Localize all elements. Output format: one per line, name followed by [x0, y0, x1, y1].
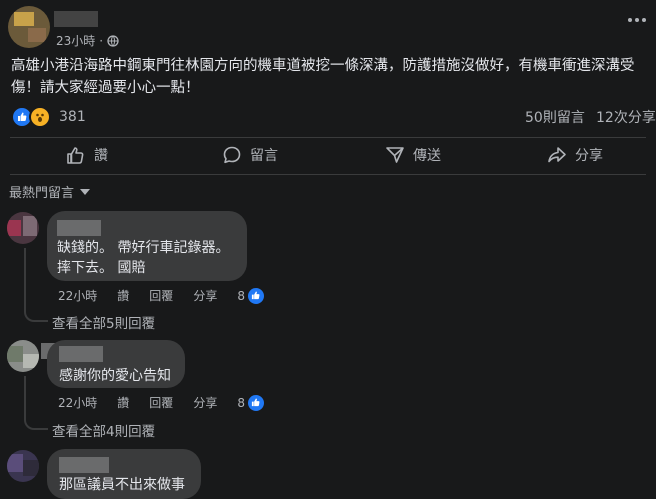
thread-line [24, 248, 48, 322]
comment-text-line-2: 摔下去。 國賠 [57, 260, 146, 276]
like-button[interactable]: 讚 [66, 145, 108, 165]
thumbs-up-icon [247, 394, 264, 411]
reactions-summary[interactable]: 381 [11, 106, 86, 128]
view-replies-link[interactable]: 查看全部4則回覆 [52, 420, 155, 440]
author-avatar[interactable] [8, 6, 50, 48]
divider-bottom [10, 174, 646, 175]
comment-text-line-1: 那區議員不出來做事 [59, 477, 185, 493]
comment-button[interactable]: 留言 [222, 145, 278, 165]
commenter-name-redacted[interactable] [59, 457, 109, 473]
comment-reply-link[interactable]: 回覆 [149, 394, 173, 411]
globe-icon [107, 34, 119, 47]
comment-share-link[interactable]: 分享 [193, 394, 217, 411]
author-name-redacted [54, 11, 98, 27]
post-timestamp[interactable]: 23小時 [56, 32, 95, 49]
comment-bubble: 感謝你的愛心告知 [47, 340, 185, 388]
comment-like-link[interactable]: 讚 [117, 394, 129, 411]
more-horizontal-icon[interactable] [628, 18, 646, 22]
comment-count[interactable]: 50則留言 [525, 107, 585, 127]
dot-separator: · [99, 33, 104, 48]
commenter-name-redacted[interactable] [57, 220, 101, 236]
caret-down-icon [80, 188, 91, 196]
share-button[interactable]: 分享 [547, 145, 603, 165]
commenter-avatar[interactable] [7, 212, 39, 244]
comment-bubble: 缺錢的。 帶好行車記錄器。 摔下去。 國賠 [47, 211, 247, 281]
share-label: 分享 [575, 148, 603, 164]
comment-actions: 22小時 讚 回覆 分享 8 [58, 287, 264, 304]
comment-label: 留言 [250, 148, 278, 164]
comment-like-number: 8 [237, 395, 245, 410]
comment-like-number: 8 [237, 288, 245, 303]
commenter-avatar[interactable] [7, 340, 39, 372]
send-label: 傳送 [413, 148, 441, 164]
comment-time[interactable]: 22小時 [58, 287, 97, 304]
comment-time[interactable]: 22小時 [58, 394, 97, 411]
thumbs-up-icon [66, 145, 86, 165]
post-text: 高雄小港沿海路中鋼東門往林園方向的機車道被挖一條深溝，防護措施沒做好，有機車衝進… [11, 58, 635, 96]
commenter-avatar[interactable] [7, 450, 39, 482]
thread-line [24, 376, 48, 430]
comment-like-link[interactable]: 讚 [117, 287, 129, 304]
comment-like-count[interactable]: 8 [237, 287, 264, 304]
comment-share-link[interactable]: 分享 [193, 287, 217, 304]
comment-bubble: 那區議員不出來做事 [47, 449, 201, 499]
share-count[interactable]: 12次分享 [596, 107, 656, 127]
comment-like-count[interactable]: 8 [237, 394, 264, 411]
comment-sort-dropdown[interactable]: 最熱門留言 [9, 182, 91, 201]
sort-label: 最熱門留言 [9, 186, 75, 201]
commenter-name-redacted[interactable] [59, 346, 103, 362]
share-arrow-icon [547, 145, 567, 165]
thumbs-up-icon [247, 287, 264, 304]
comment-reply-link[interactable]: 回覆 [149, 287, 173, 304]
speech-bubble-icon [222, 145, 242, 165]
send-icon [385, 145, 405, 165]
divider-top [10, 137, 646, 138]
reaction-count: 381 [59, 109, 86, 125]
wow-reaction-icon [29, 106, 51, 128]
comment-actions: 22小時 讚 回覆 分享 8 [58, 394, 264, 411]
post-meta: 23小時 · [56, 32, 119, 49]
view-replies-link[interactable]: 查看全部5則回覆 [52, 312, 155, 332]
send-button[interactable]: 傳送 [385, 145, 441, 165]
like-label: 讚 [94, 148, 108, 164]
comment-text-line-1: 缺錢的。 帶好行車記錄器。 [57, 240, 230, 256]
comment-text-line-1: 感謝你的愛心告知 [59, 368, 171, 384]
